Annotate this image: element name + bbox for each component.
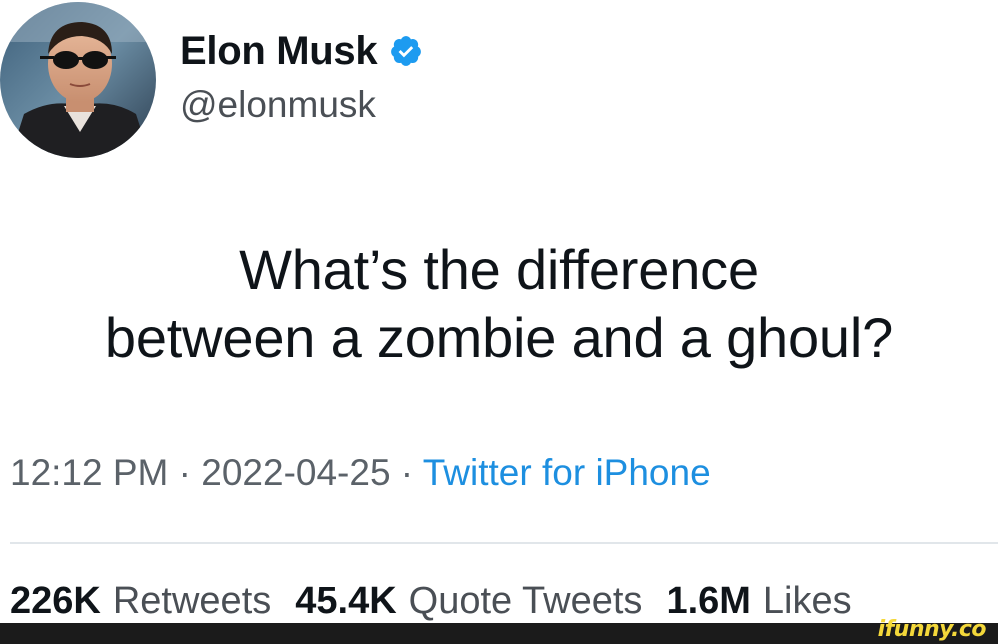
avatar-photo: [0, 2, 156, 158]
author-handle[interactable]: @elonmusk: [180, 84, 376, 126]
meta-separator: ·: [390, 452, 423, 493]
tweet-time[interactable]: 12:12 PM: [10, 452, 168, 493]
retweets-stat[interactable]: 226K Retweets: [10, 580, 271, 623]
verified-badge-icon: [389, 34, 423, 68]
tweet-date[interactable]: 2022-04-25: [201, 452, 390, 493]
tweet-source[interactable]: Twitter for iPhone: [423, 452, 711, 493]
ifunny-watermark: ifunny.co: [877, 617, 987, 642]
tweet-text-line-2: between a zombie and a ghoul?: [104, 306, 894, 369]
retweets-count: 226K: [10, 580, 101, 622]
quote-tweets-label: Quote Tweets: [408, 580, 643, 622]
author-display-name[interactable]: Elon Musk: [180, 29, 378, 74]
meta-separator: ·: [168, 452, 202, 493]
quote-tweets-stat[interactable]: 45.4K Quote Tweets: [295, 580, 642, 623]
tweet-body: What’s the difference between a zombie a…: [0, 236, 998, 372]
tweet-meta: 12:12 PM · 2022-04-25 · Twitter for iPho…: [10, 452, 711, 494]
retweets-label: Retweets: [112, 580, 272, 622]
tweet-screenshot: Elon Musk @elonmusk What’s the differenc…: [0, 0, 998, 644]
likes-label: Likes: [762, 580, 852, 622]
likes-count: 1.6M: [666, 580, 751, 622]
author-name-row[interactable]: Elon Musk: [180, 26, 423, 76]
quote-tweets-count: 45.4K: [295, 580, 397, 622]
tweet-stats: 226K Retweets 45.4K Quote Tweets 1.6M Li…: [10, 580, 852, 623]
likes-stat[interactable]: 1.6M Likes: [666, 580, 851, 623]
watermark-bar: [0, 623, 998, 644]
divider: [10, 542, 998, 544]
avatar[interactable]: [0, 2, 156, 158]
tweet-text-line-1: What’s the difference: [239, 238, 759, 301]
